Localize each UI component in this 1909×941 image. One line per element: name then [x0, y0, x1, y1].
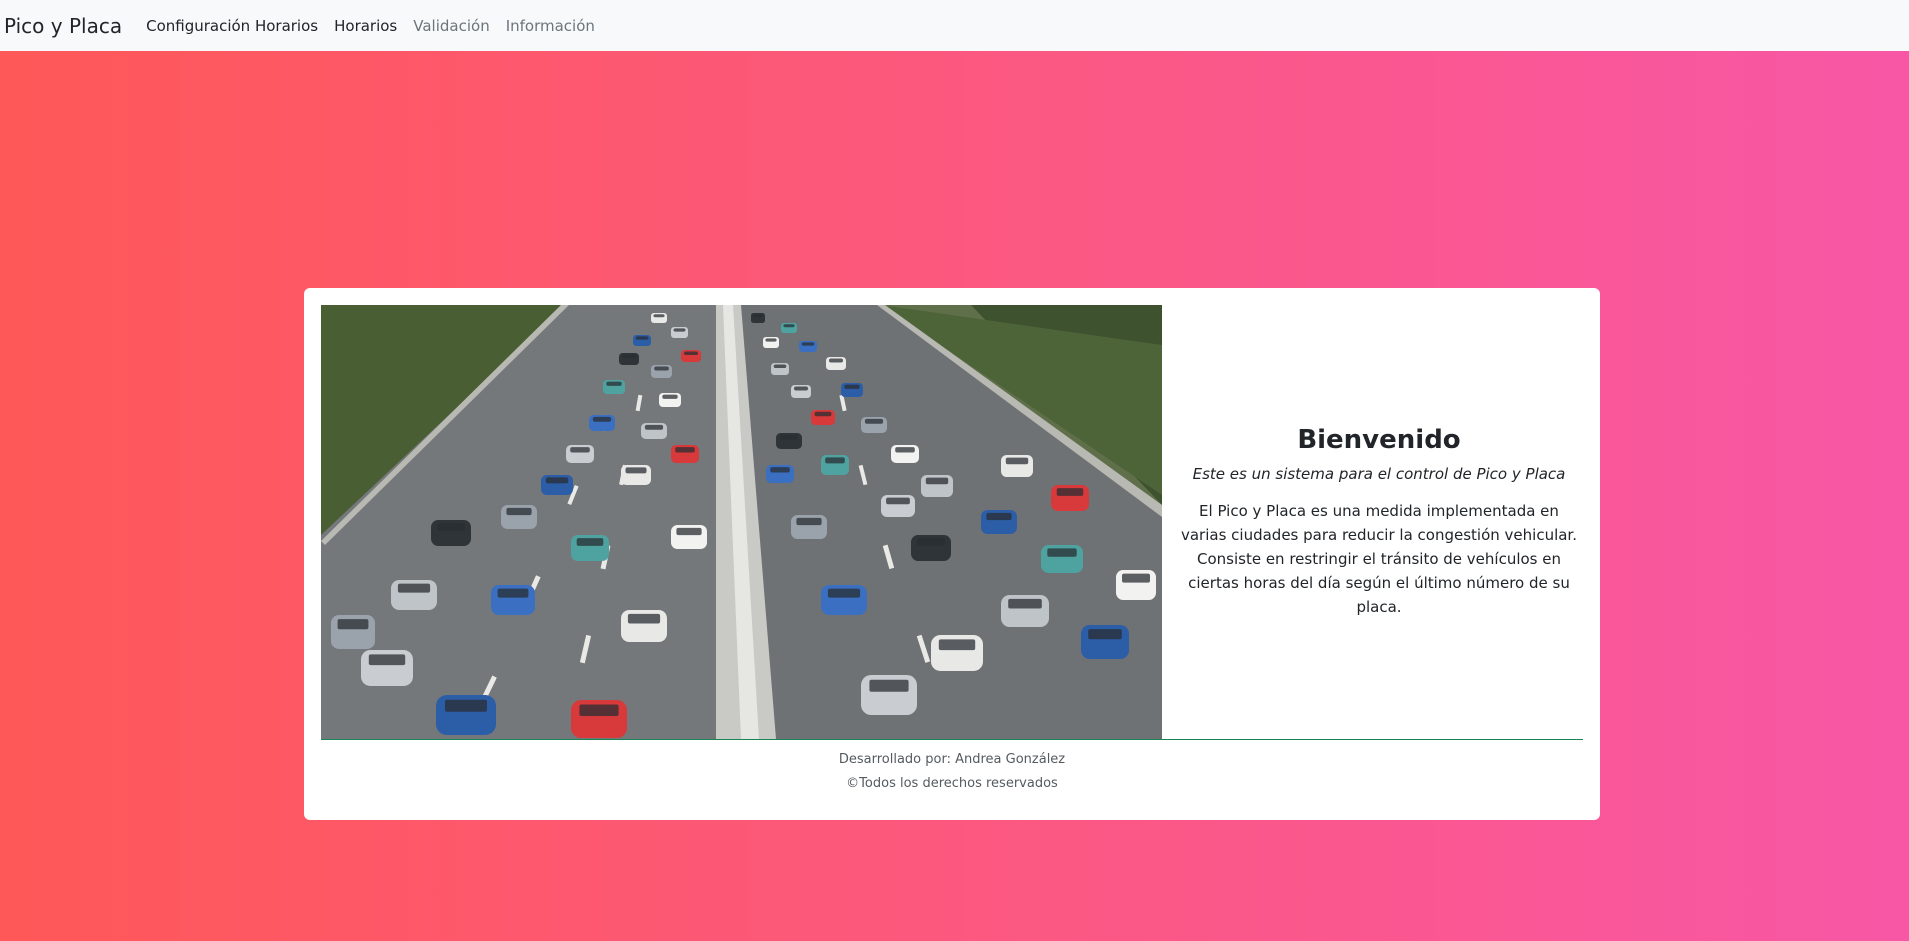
car-window-shape — [1056, 488, 1084, 496]
car-window-shape — [627, 613, 661, 624]
car-window-shape — [622, 354, 636, 359]
car-window-shape — [545, 477, 569, 484]
car-window-shape — [844, 384, 860, 389]
car-window-shape — [864, 418, 884, 424]
car-window-shape — [579, 704, 619, 716]
car-window-shape — [773, 364, 787, 369]
car-window-shape — [895, 447, 915, 453]
car-window-shape — [437, 523, 465, 531]
car-window-shape — [869, 679, 909, 692]
car-window-shape — [576, 538, 604, 546]
car-window-shape — [794, 386, 808, 391]
car-window-shape — [592, 416, 612, 422]
car-window-shape — [801, 342, 815, 346]
car-window-shape — [796, 517, 822, 526]
nav-link-configuracion-horarios[interactable]: Configuración Horarios — [146, 17, 318, 35]
car-window-shape — [825, 457, 845, 464]
hero-background: Bienvenido Este es un sistema para el co… — [0, 51, 1909, 941]
car-window-shape — [938, 639, 976, 651]
car-window-shape — [662, 394, 678, 399]
car-window-shape — [673, 328, 686, 332]
car-window-shape — [644, 424, 664, 430]
nav-link-horarios[interactable]: Horarios — [334, 17, 397, 35]
car-window-shape — [779, 434, 799, 440]
car-window-shape — [1008, 598, 1042, 609]
footer-divider — [321, 739, 1583, 740]
copyright-notice: ©Todos los derechos reservados — [846, 776, 1058, 791]
car-window-shape — [753, 314, 763, 318]
developer-credit: Desarrollado por: Andrea González — [838, 752, 1066, 767]
car-window-shape — [829, 358, 843, 363]
car-window-shape — [676, 527, 702, 536]
car-window-shape — [1122, 573, 1150, 583]
car-window-shape — [654, 366, 669, 371]
car-window-shape — [1005, 457, 1029, 465]
traffic-illustration — [321, 305, 1162, 739]
car-window-shape — [684, 351, 698, 356]
nav-link-informacion[interactable]: Información — [506, 17, 595, 35]
car-window-shape — [653, 314, 665, 318]
welcome-subtitle: Este es un sistema para el control de Pi… — [1192, 465, 1566, 483]
top-navbar: Pico y Placa Configuración Horarios Hora… — [0, 0, 1909, 51]
car-window-shape — [986, 512, 1012, 521]
car-window-shape — [814, 411, 832, 417]
car-window-shape — [570, 447, 590, 453]
welcome-card: Bienvenido Este es un sistema para el co… — [304, 288, 1600, 820]
card-footer: Desarrollado por: Andrea González ©Todos… — [304, 748, 1600, 796]
car-window-shape — [397, 583, 431, 593]
car-window-shape — [368, 654, 406, 666]
car-window-shape — [445, 699, 487, 712]
brand-link[interactable]: Pico y Placa — [4, 14, 122, 38]
welcome-panel: Bienvenido Este es un sistema para el co… — [1176, 305, 1582, 739]
nav-link-validacion[interactable]: Validación — [413, 17, 489, 35]
car-window-shape — [337, 619, 369, 630]
welcome-title: Bienvenido — [1297, 425, 1461, 455]
car-window-shape — [925, 477, 949, 485]
car-window-shape — [625, 467, 647, 474]
car-window-shape — [827, 588, 861, 598]
car-window-shape — [917, 538, 945, 546]
welcome-description: El Pico y Placa es una medida implementa… — [1180, 502, 1577, 616]
car-window-shape — [886, 497, 910, 505]
car-window-shape — [635, 336, 649, 340]
car-window-shape — [1088, 629, 1122, 640]
car-window-shape — [506, 507, 532, 516]
car-window-shape — [783, 324, 795, 328]
car-window-shape — [497, 588, 529, 598]
car-window-shape — [1047, 548, 1077, 557]
car-window-shape — [675, 447, 695, 453]
traffic-photo — [321, 305, 1162, 739]
car-window-shape — [770, 467, 790, 473]
car-window-shape — [606, 381, 622, 386]
car-window-shape — [765, 338, 777, 342]
